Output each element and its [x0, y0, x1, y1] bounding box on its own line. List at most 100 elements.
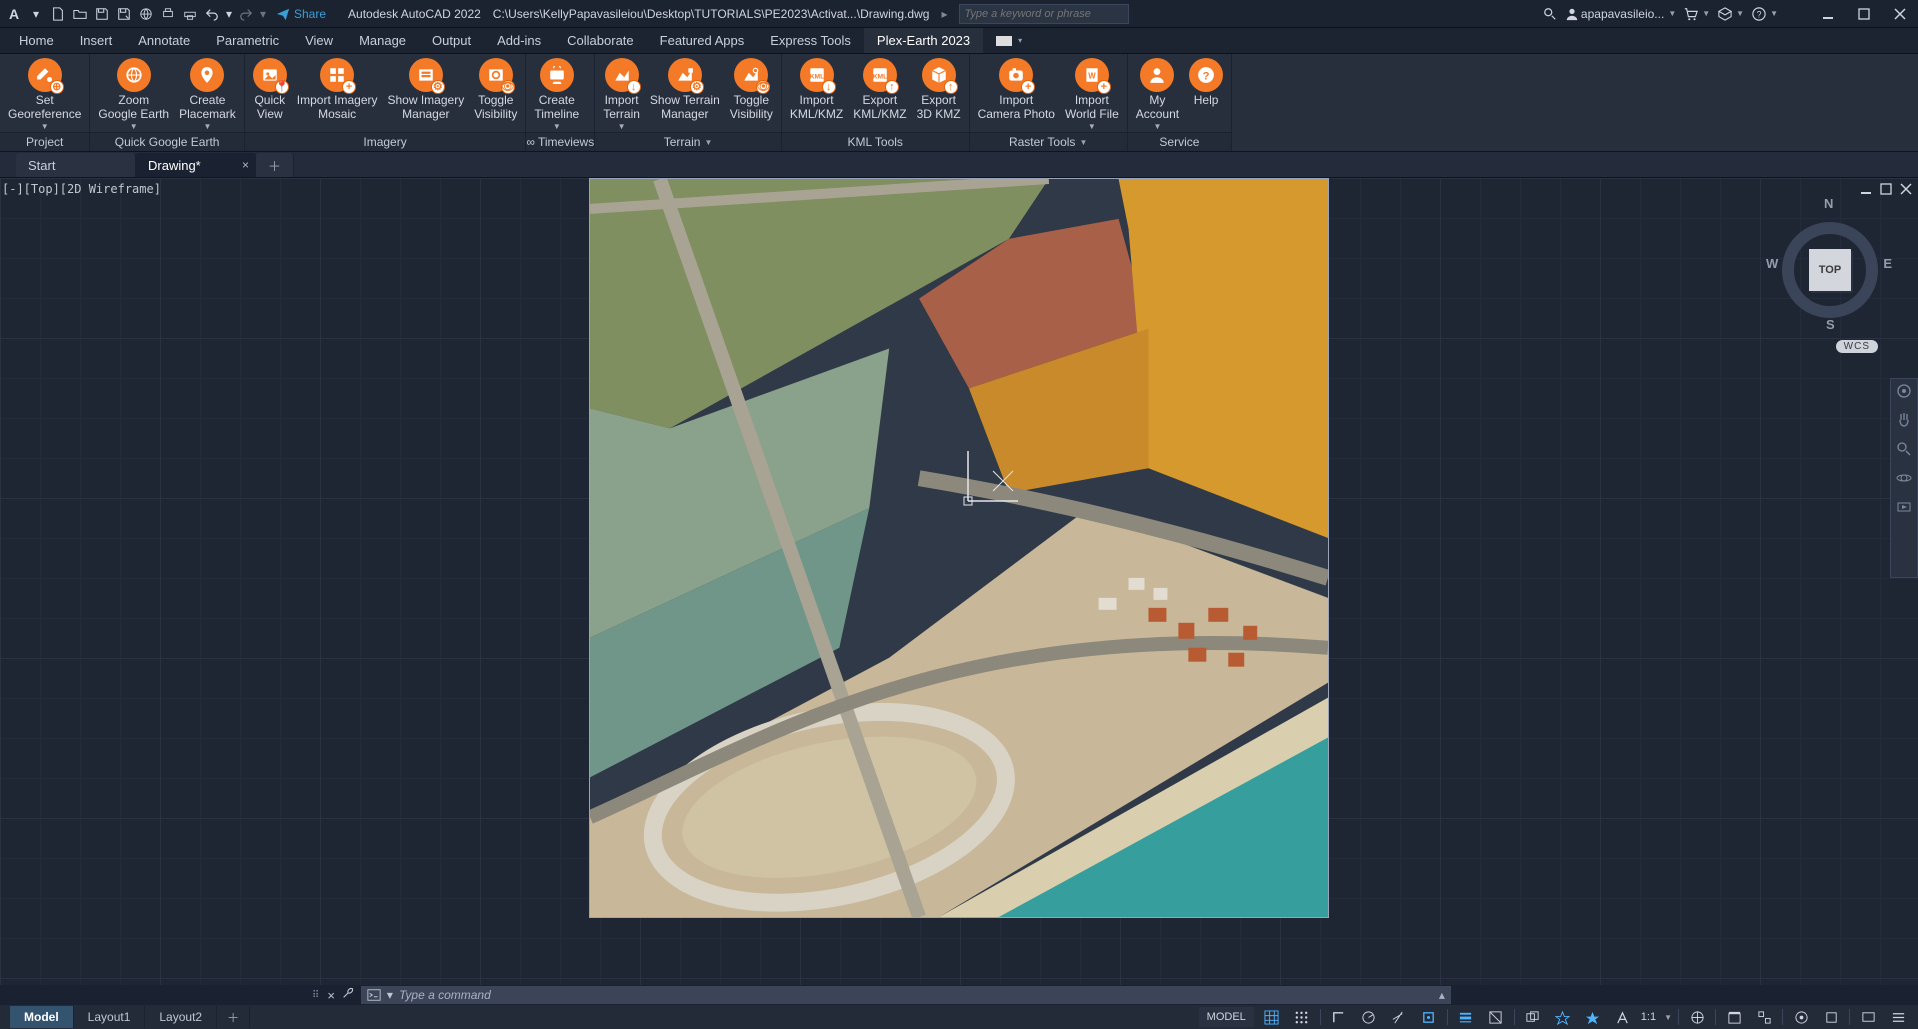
saveas-icon[interactable]	[114, 4, 134, 24]
osnap-icon[interactable]	[1417, 1007, 1441, 1027]
menu-tab-home[interactable]: Home	[6, 28, 67, 53]
ribbon-toggle-visibility-button[interactable]: 👁Toggle Visibility	[470, 56, 521, 132]
ribbon-create-placemark-button[interactable]: Create Placemark▼	[175, 56, 240, 132]
ribbon-quick-view-button[interactable]: 📍Quick View	[249, 56, 291, 132]
search-input[interactable]	[959, 4, 1129, 24]
panel-title[interactable]: KML Tools	[782, 132, 969, 151]
menu-tab-view[interactable]: View	[292, 28, 346, 53]
show-motion-icon[interactable]	[1896, 499, 1912, 520]
menu-tab-extra[interactable]: ▾	[983, 28, 1035, 53]
selection-cycling-icon[interactable]	[1521, 1007, 1545, 1027]
save-icon[interactable]	[92, 4, 112, 24]
isodraft-icon[interactable]	[1387, 1007, 1411, 1027]
annotation-scale-icon[interactable]	[1551, 1007, 1575, 1027]
isolate-icon[interactable]	[1819, 1007, 1843, 1027]
new-icon[interactable]	[48, 4, 68, 24]
open-icon[interactable]	[70, 4, 90, 24]
web-mobile-icon[interactable]	[136, 4, 156, 24]
search-icon[interactable]	[1543, 4, 1557, 24]
print-icon[interactable]	[180, 4, 200, 24]
layout-add-button[interactable]: ＋	[217, 1006, 250, 1028]
vp-close-icon[interactable]	[1900, 182, 1912, 200]
ribbon-show-terrain-manager-button[interactable]: ⚙Show Terrain Manager	[646, 56, 724, 132]
snap-icon[interactable]	[1290, 1007, 1314, 1027]
view-cube[interactable]: N E S W TOP	[1770, 200, 1890, 340]
clean-screen-icon[interactable]	[1856, 1007, 1880, 1027]
layout-tab-model[interactable]: Model	[10, 1006, 74, 1028]
ribbon-create-timeline-button[interactable]: Create Timeline▼	[530, 56, 583, 132]
cmd-history-icon[interactable]: ▴	[1439, 988, 1445, 1002]
menu-tab-express-tools[interactable]: Express Tools	[757, 28, 864, 53]
customize-status-icon[interactable]	[1886, 1007, 1910, 1027]
ribbon-zoom-google-earth-button[interactable]: Zoom Google Earth▼	[94, 56, 173, 132]
file-tab-drawing-[interactable]: Drawing*×	[136, 153, 256, 177]
file-tab-start[interactable]: Start	[16, 153, 136, 177]
command-input[interactable]: ▾ Type a command ▴	[361, 986, 1451, 1004]
drawing-area[interactable]: [-][Top][2D Wireframe]	[0, 178, 1918, 985]
transparency-icon[interactable]	[1484, 1007, 1508, 1027]
ribbon-my-account-button[interactable]: My Account▼	[1132, 56, 1183, 132]
app-icon[interactable]: A	[4, 4, 24, 24]
menu-tab-collaborate[interactable]: Collaborate	[554, 28, 647, 53]
undo-icon[interactable]	[202, 4, 222, 24]
help-icon[interactable]: ?▼	[1752, 4, 1778, 24]
dir-e[interactable]: E	[1883, 256, 1892, 271]
ribbon-show-imagery-manager-button[interactable]: ⚙Show Imagery Manager	[384, 56, 469, 132]
file-tab-close-icon[interactable]: ×	[242, 158, 249, 172]
ribbon-toggle-visibility-button[interactable]: 👁Toggle Visibility	[726, 56, 777, 132]
ribbon-export-kml-kmz-button[interactable]: KML↑Export KML/KMZ	[849, 56, 910, 132]
pan-icon[interactable]	[1896, 412, 1912, 433]
menu-tab-add-ins[interactable]: Add-ins	[484, 28, 554, 53]
workspace-icon[interactable]	[1685, 1007, 1709, 1027]
wcs-badge[interactable]: WCS	[1836, 340, 1878, 353]
ribbon-import-world-file-button[interactable]: W+Import World File▼	[1061, 56, 1123, 132]
ribbon-import-terrain-button[interactable]: ↓Import Terrain▼	[599, 56, 644, 132]
menu-tab-featured-apps[interactable]: Featured Apps	[647, 28, 758, 53]
cmd-close-icon[interactable]: ×	[327, 988, 335, 1003]
panel-title[interactable]: Service	[1128, 132, 1231, 151]
file-tab-add-button[interactable]: ＋	[256, 153, 294, 177]
plot-icon[interactable]	[158, 4, 178, 24]
panel-title[interactable]: Project	[0, 132, 89, 151]
app-exchange-icon[interactable]: ▼	[1718, 4, 1744, 24]
ribbon-import-camera-photo-button[interactable]: +Import Camera Photo	[974, 56, 1059, 132]
panel-title[interactable]: Quick Google Earth	[90, 132, 243, 151]
maximize-button[interactable]	[1850, 3, 1878, 25]
redo-icon[interactable]	[236, 4, 256, 24]
redo-dropdown-icon[interactable]: ▾	[258, 4, 268, 24]
units-icon[interactable]	[1752, 1007, 1776, 1027]
menu-tab-annotate[interactable]: Annotate	[125, 28, 203, 53]
menu-tab-output[interactable]: Output	[419, 28, 484, 53]
cube-face[interactable]: TOP	[1809, 249, 1851, 291]
panel-title[interactable]: ∞ Timeviews	[526, 132, 594, 151]
viewport-label[interactable]: [-][Top][2D Wireframe]	[2, 182, 161, 196]
vp-maximize-icon[interactable]	[1880, 182, 1892, 200]
layout-tab-layout1[interactable]: Layout1	[74, 1006, 146, 1028]
cart-icon[interactable]: ▼	[1684, 4, 1710, 24]
ribbon-export-3d-kmz-button[interactable]: ↑Export 3D KMZ	[913, 56, 965, 132]
cmd-drag-handle-icon[interactable]: ⠿	[312, 990, 321, 1001]
dir-w[interactable]: W	[1766, 256, 1778, 271]
ribbon-set-georeference-button[interactable]: ⊕Set Georeference▼	[4, 56, 85, 132]
orbit-icon[interactable]	[1896, 470, 1912, 491]
hardware-accel-icon[interactable]	[1789, 1007, 1813, 1027]
annotation-auto-icon[interactable]	[1611, 1007, 1635, 1027]
monitor-icon[interactable]	[1722, 1007, 1746, 1027]
signin-button[interactable]: apapavasileio...▼	[1565, 4, 1676, 24]
nav-wheel-icon[interactable]	[1896, 383, 1912, 404]
zoom-extents-icon[interactable]	[1896, 441, 1912, 462]
ribbon-import-imagery-mosaic-button[interactable]: +Import Imagery Mosaic	[293, 56, 382, 132]
menu-tab-plex-earth-2023[interactable]: Plex-Earth 2023	[864, 28, 983, 53]
dir-s[interactable]: S	[1826, 317, 1835, 332]
undo-dropdown-icon[interactable]: ▾	[224, 4, 234, 24]
ribbon-import-kml-kmz-button[interactable]: KML↓Import KML/KMZ	[786, 56, 847, 132]
menu-tab-parametric[interactable]: Parametric	[203, 28, 292, 53]
grid-icon[interactable]	[1260, 1007, 1284, 1027]
cmd-customize-icon[interactable]	[341, 986, 355, 1005]
ribbon-help-button[interactable]: ?Help	[1185, 56, 1227, 132]
app-menu-dropdown-icon[interactable]: ▾	[26, 4, 46, 24]
panel-title[interactable]: Raster Tools ▼	[970, 132, 1127, 151]
menu-tab-manage[interactable]: Manage	[346, 28, 419, 53]
annotation-visibility-icon[interactable]	[1581, 1007, 1605, 1027]
minimize-button[interactable]	[1814, 3, 1842, 25]
